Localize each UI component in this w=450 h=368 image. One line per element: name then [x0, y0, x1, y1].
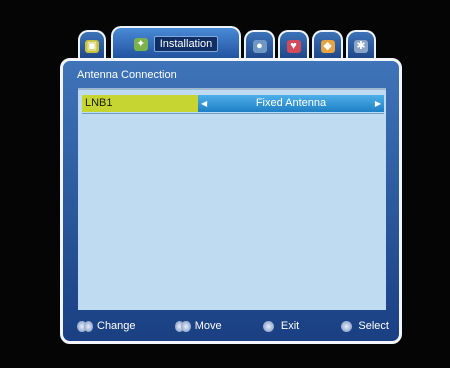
media-icon: ● — [252, 39, 267, 53]
lnb1-row[interactable]: LNB1 ◀ Fixed Antenna ▶ — [82, 95, 384, 112]
exit-icon — [261, 320, 277, 332]
help-move-label: Move — [194, 320, 222, 332]
help-change-label: Change — [97, 320, 136, 332]
help-change: Change — [77, 320, 136, 332]
up-down-icon — [174, 320, 191, 332]
lnb1-label: LNB1 — [82, 95, 198, 112]
help-bar: Change Move Exit Select — [77, 317, 389, 335]
tab-tv[interactable]: ▣ — [78, 30, 106, 60]
help-select-label: Select — [358, 320, 389, 332]
arrow-right-icon[interactable]: ▶ — [375, 95, 381, 112]
satellite-icon: ✦ — [133, 37, 148, 51]
arrow-left-icon[interactable]: ◀ — [201, 95, 207, 112]
help-exit-label: Exit — [280, 320, 300, 332]
tv-icon: ▣ — [85, 39, 99, 53]
heart-icon: ♥ — [286, 39, 301, 53]
help-select: Select — [338, 320, 389, 332]
settings-list: LNB1 ◀ Fixed Antenna ▶ — [78, 88, 386, 310]
help-move: Move — [174, 320, 222, 332]
installation-panel: Antenna Connection LNB1 ◀ Fixed Antenna … — [60, 58, 402, 344]
antenna-type-selector[interactable]: ◀ Fixed Antenna ▶ — [198, 95, 384, 112]
tab-media[interactable]: ● — [244, 30, 275, 60]
antenna-type-value: Fixed Antenna — [255, 97, 327, 109]
tv-screen: ▣ ✦ Installation ● ♥ ◆ ✱ Antenna Connect… — [0, 0, 450, 368]
ok-icon — [338, 320, 354, 332]
tab-favorites[interactable]: ♥ — [278, 30, 309, 60]
settings-icon: ◆ — [320, 39, 335, 53]
tab-info[interactable]: ✱ — [346, 30, 376, 60]
page-title: Antenna Connection — [77, 69, 177, 81]
info-icon: ✱ — [354, 39, 368, 53]
tab-settings[interactable]: ◆ — [312, 30, 343, 60]
row-divider — [82, 113, 384, 114]
tab-installation[interactable]: ✦ Installation — [111, 26, 241, 60]
help-exit: Exit — [261, 320, 299, 332]
tab-installation-label: Installation — [153, 36, 219, 52]
left-right-icon — [77, 320, 93, 332]
